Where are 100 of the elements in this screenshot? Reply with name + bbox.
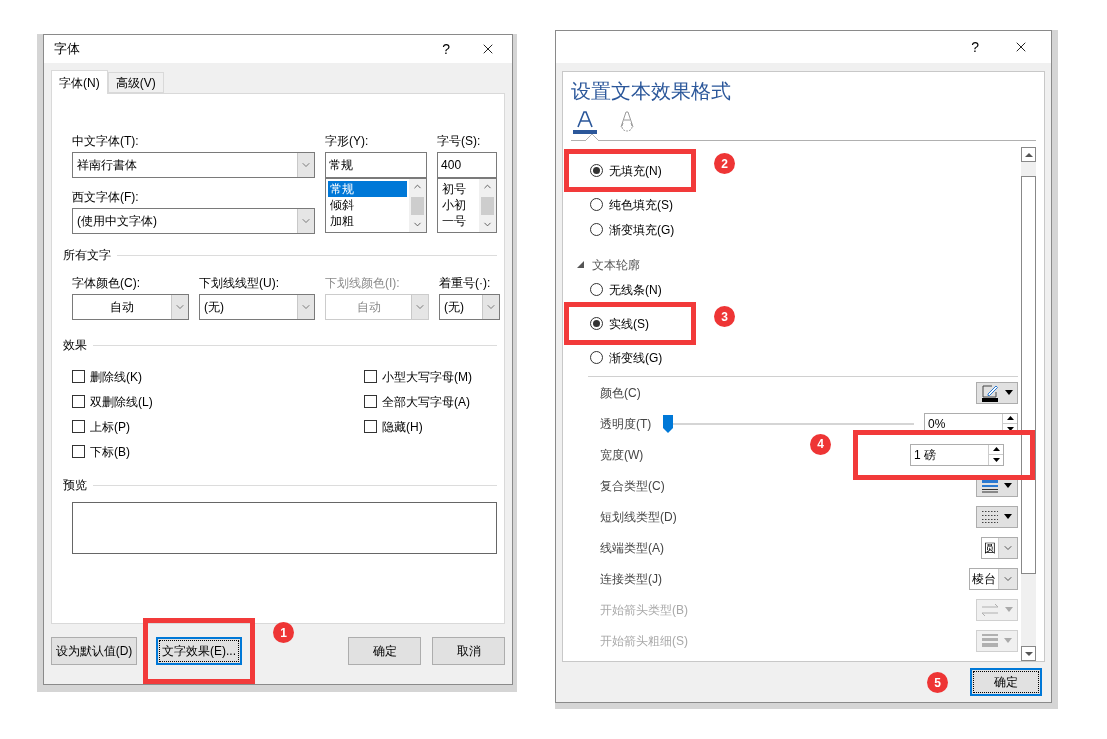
- field-label: 中文字体(T):: [72, 133, 140, 150]
- text-field[interactable]: 400: [437, 152, 497, 178]
- checkbox-label[interactable]: 上标(P): [90, 417, 130, 436]
- step-number-marker: 4: [810, 433, 831, 455]
- checkbox[interactable]: [72, 370, 85, 383]
- dialog-button[interactable]: 确定: [970, 668, 1042, 696]
- step-number-marker: 5: [927, 672, 948, 693]
- dropdown[interactable]: 自动: [72, 294, 189, 320]
- tab[interactable]: 高级(V): [107, 72, 164, 93]
- radio-label[interactable]: 渐变线(G): [609, 348, 663, 367]
- help-button[interactable]: ?: [971, 36, 979, 58]
- caret-icon: [1004, 483, 1012, 488]
- checkbox[interactable]: [364, 420, 377, 433]
- checkbox-label[interactable]: 小型大写字母(M): [382, 367, 472, 386]
- property-label: 连接类型(J): [600, 570, 662, 588]
- list-item[interactable]: 常规: [328, 181, 408, 197]
- window-title: 字体: [54, 40, 81, 59]
- radio-label[interactable]: 无线条(N): [609, 280, 662, 299]
- dropdown[interactable]: (无): [439, 294, 500, 320]
- scrollbar[interactable]: [479, 179, 496, 232]
- field-label: 字体颜色(C):: [72, 275, 141, 292]
- checkbox-label[interactable]: 下标(B): [90, 442, 130, 461]
- property-label: 颜色(C): [600, 384, 641, 402]
- section-title: 效果: [63, 337, 87, 354]
- style-dropdown-button[interactable]: [976, 505, 1018, 528]
- text-field[interactable]: 常规: [325, 152, 428, 178]
- checkbox-label[interactable]: 隐藏(H): [382, 417, 423, 436]
- list-item[interactable]: 倾斜: [328, 197, 408, 213]
- checkbox[interactable]: [72, 395, 85, 408]
- list-item[interactable]: 初号: [440, 181, 477, 197]
- section-title[interactable]: 文本轮廓: [592, 255, 640, 274]
- dialog-button[interactable]: 文字效果(E)...: [156, 637, 242, 665]
- slider-track[interactable]: [663, 416, 914, 431]
- field-label: 西文字体(F):: [72, 189, 140, 206]
- radio-button[interactable]: [590, 164, 603, 177]
- help-button[interactable]: ?: [442, 38, 450, 60]
- scroll-down-icon[interactable]: [1021, 646, 1036, 661]
- radio-button[interactable]: [590, 198, 603, 211]
- style-dropdown-button[interactable]: [976, 381, 1018, 404]
- caret-icon: [1005, 607, 1013, 612]
- dialog-button[interactable]: 设为默认值(D): [51, 637, 137, 665]
- spin-down-icon[interactable]: [989, 454, 1003, 465]
- section-title: 所有文字: [63, 247, 111, 264]
- list-item[interactable]: 一号: [440, 213, 477, 229]
- line-style-icon: [982, 478, 998, 493]
- caret-icon: [1005, 390, 1013, 395]
- checkbox-label[interactable]: 全部大写字母(A): [382, 392, 470, 411]
- scroll-thumb[interactable]: [1021, 176, 1036, 574]
- dropdown[interactable]: (无): [199, 294, 315, 320]
- scroll-thumb[interactable]: [411, 196, 425, 215]
- scrollbar[interactable]: [1021, 147, 1036, 661]
- dropdown-value: 祥南行書体: [76, 157, 138, 174]
- dialog-button[interactable]: 取消: [432, 637, 505, 665]
- field-label: 着重号(·):: [439, 275, 492, 292]
- field-label: 字形(Y):: [325, 133, 370, 150]
- radio-label[interactable]: 无填充(N): [609, 161, 662, 180]
- scroll-up-icon[interactable]: [1021, 147, 1036, 162]
- dropdown[interactable]: 祥南行書体: [72, 152, 315, 178]
- pen-color-icon: [981, 383, 999, 402]
- caret-icon: [1004, 638, 1012, 643]
- radio-label[interactable]: 纯色填充(S): [609, 195, 673, 214]
- radio-button[interactable]: [590, 351, 603, 364]
- dash-style-icon: [982, 509, 998, 524]
- checkbox-label[interactable]: 双删除线(L): [90, 392, 153, 411]
- property-label: 线端类型(A): [600, 539, 664, 557]
- property-label: 复合类型(C): [600, 477, 665, 495]
- slider-thumb[interactable]: [663, 414, 674, 433]
- checkbox[interactable]: [72, 420, 85, 433]
- radio-label[interactable]: 实线(S): [609, 314, 649, 333]
- radio-button[interactable]: [590, 317, 603, 330]
- checkbox[interactable]: [72, 445, 85, 458]
- dialog-button[interactable]: 确定: [348, 637, 421, 665]
- checkbox[interactable]: [364, 395, 377, 408]
- section-title: 预览: [63, 477, 87, 494]
- tab[interactable]: 字体(N): [51, 70, 108, 94]
- fill-outline-tab[interactable]: [573, 110, 597, 134]
- spin-value: 1 磅: [913, 446, 937, 464]
- dropdown-value: 自动: [109, 299, 135, 316]
- list-item[interactable]: 加粗: [328, 213, 408, 229]
- dropdown[interactable]: 圆: [981, 536, 1018, 559]
- radio-button[interactable]: [590, 223, 603, 236]
- field-label: 字号(S):: [437, 133, 482, 150]
- collapse-triangle-icon[interactable]: [577, 261, 584, 268]
- list-box[interactable]: 初号 小初 一号: [437, 178, 497, 233]
- pane-heading: 设置文本效果格式: [570, 79, 732, 104]
- field-label: 下划线颜色(I):: [325, 275, 401, 292]
- scrollbar[interactable]: [409, 179, 427, 232]
- list-item[interactable]: 小初: [440, 197, 477, 213]
- dropdown[interactable]: 棱台: [969, 567, 1018, 590]
- dropdown-value: (无): [443, 299, 465, 316]
- checkbox-label[interactable]: 删除线(K): [90, 367, 142, 386]
- scroll-thumb[interactable]: [481, 196, 494, 215]
- list-box[interactable]: 常规 倾斜 加粗: [325, 178, 428, 233]
- field-label: 下划线线型(U):: [199, 275, 280, 292]
- radio-label[interactable]: 渐变填充(G): [609, 220, 675, 239]
- dropdown[interactable]: (使用中文字体): [72, 208, 315, 234]
- spin-box[interactable]: 1 磅: [910, 443, 1004, 466]
- radio-button[interactable]: [590, 283, 603, 296]
- step-number-marker: 2: [714, 153, 735, 174]
- checkbox[interactable]: [364, 370, 377, 383]
